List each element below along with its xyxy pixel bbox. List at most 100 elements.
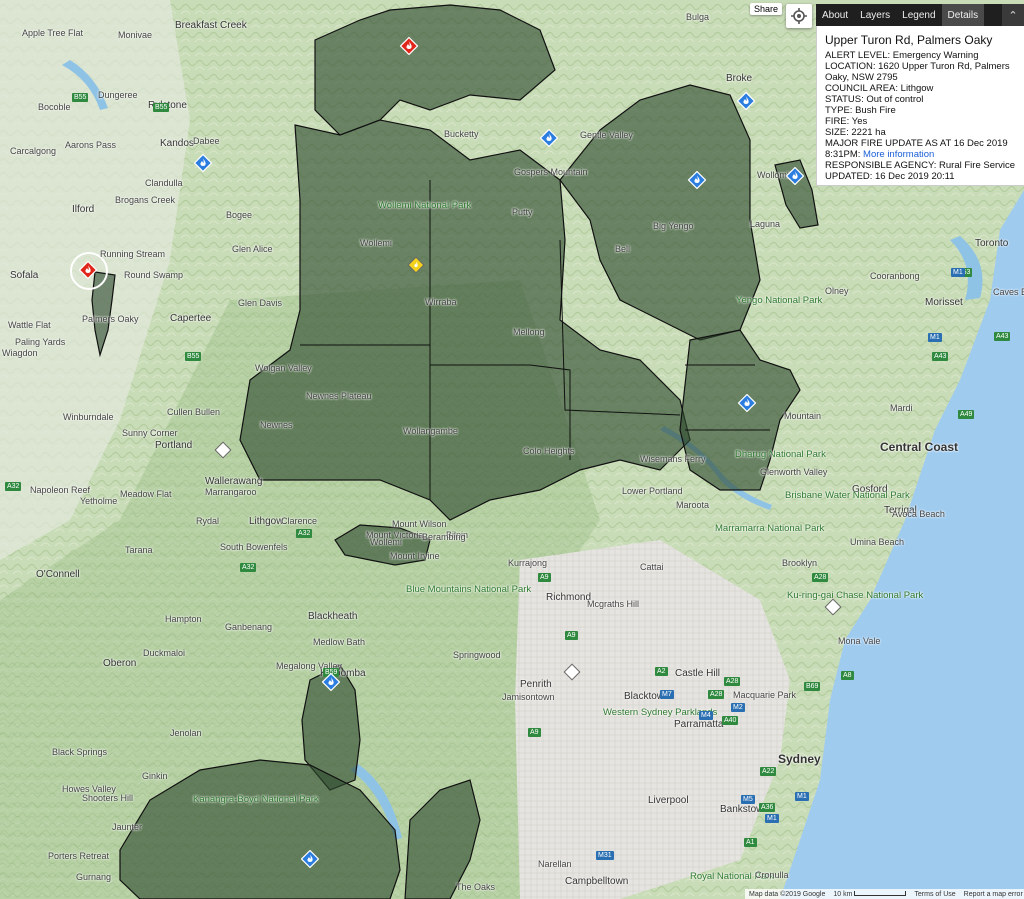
fire-marker-icon[interactable] — [300, 849, 320, 869]
place-label: Laguna — [750, 219, 781, 229]
status: STATUS: Out of control — [825, 94, 924, 105]
place-label: Wollangambe — [403, 426, 458, 436]
road-shield: A22 — [760, 767, 777, 776]
place-label: Mount Irvine — [390, 551, 440, 561]
incident-diamond-icon[interactable] — [407, 256, 425, 274]
place-label: Toronto — [975, 238, 1009, 249]
place-label: Wollemi — [360, 238, 392, 248]
scale-bar — [854, 891, 907, 897]
place-label: Apple Tree Flat — [22, 28, 84, 38]
map-data-attribution: Map data ©2019 Google — [749, 890, 826, 898]
council-area: COUNCIL AREA: Lithgow — [825, 83, 934, 94]
place-label: Mountain — [784, 411, 822, 421]
place-label: Morisset — [925, 297, 963, 308]
place-label: Kurrajong — [508, 558, 548, 568]
place-label: Bogee — [226, 210, 253, 220]
terms-link[interactable]: Terms of Use — [914, 891, 955, 898]
incident-diamond-icon[interactable] — [214, 441, 232, 459]
place-label: Carcalgong — [10, 146, 57, 156]
fire-marker-icon[interactable] — [78, 260, 98, 280]
incident-diamond-icon[interactable] — [563, 663, 581, 681]
place-label: Duckmaloi — [143, 648, 186, 658]
place-label: Glen Alice — [232, 244, 273, 254]
place-label: Bell — [615, 244, 631, 254]
tab-legend[interactable]: Legend — [896, 4, 941, 26]
details-panel: Upper Turon Rd, Palmers Oaky ALERT LEVEL… — [816, 26, 1024, 186]
road-shield: A32 — [240, 563, 257, 572]
fire-marker-icon[interactable] — [737, 393, 757, 413]
place-label: Brogans Creek — [115, 195, 176, 205]
place-label: Breakfast Creek — [175, 20, 247, 31]
road-shield: M1 — [795, 792, 809, 801]
place-label: Bucketty — [444, 129, 479, 139]
tab-layers[interactable]: Layers — [854, 4, 896, 26]
crosshair-icon — [791, 8, 807, 24]
place-label: Wollemi — [370, 537, 402, 547]
fire-marker-icon[interactable] — [785, 166, 805, 186]
road-shield: M2 — [731, 703, 745, 712]
road-shield: M1 — [928, 333, 942, 342]
place-label: Wisemans Ferry — [640, 454, 706, 464]
place-label: Black Springs — [52, 747, 108, 757]
place-label: Broke — [726, 73, 753, 84]
share-button[interactable]: Share — [750, 3, 783, 15]
place-label: Jenolan — [170, 728, 202, 738]
report-map-error-link[interactable]: Report a map error — [964, 891, 1023, 898]
place-label: The Oaks — [456, 882, 496, 892]
place-label: Mount Wilson — [392, 519, 447, 529]
incident-diamond-icon[interactable] — [824, 598, 842, 616]
fire-marker-icon[interactable] — [539, 128, 559, 148]
tab-details[interactable]: Details — [941, 4, 985, 26]
road-shield: B69 — [804, 682, 821, 691]
place-label: Cronulla — [755, 870, 789, 880]
alert-level: ALERT LEVEL: Emergency Warning — [825, 50, 979, 61]
place-label: Wallerawang — [205, 476, 263, 487]
major-update: MAJOR FIRE UPDATE AS AT 16 Dec 2019 8:31… — [825, 138, 1018, 160]
place-label: Springwood — [453, 650, 501, 660]
collapse-panel-button[interactable]: ⌃ — [1002, 4, 1024, 26]
place-label: Avoca Beach — [892, 509, 945, 519]
place-label: Clandulla — [145, 178, 183, 188]
fire-marker-icon[interactable] — [399, 36, 419, 56]
more-information-link[interactable]: More information — [863, 149, 934, 160]
road-shield: A28 — [724, 677, 741, 686]
place-label: Dungeree — [98, 90, 138, 100]
place-label: Paling Yards — [15, 337, 66, 347]
fire-marker-icon[interactable] — [193, 153, 213, 173]
place-label: Brisbane Water National Park — [785, 490, 910, 501]
locate-button[interactable] — [786, 4, 812, 28]
place-label: Castle Hill — [675, 668, 721, 679]
place-label: Jamisontown — [502, 692, 555, 702]
road-shield: M1 — [765, 814, 779, 823]
road-shield: A28 — [812, 573, 829, 582]
road-shield: M1 — [951, 268, 965, 277]
fire-type: TYPE: Bush Fire — [825, 105, 896, 116]
place-label: Aarons Pass — [65, 140, 117, 150]
place-label: Sunny Corner — [122, 428, 178, 438]
fire-marker-icon[interactable] — [736, 91, 756, 111]
place-label: Liverpool — [648, 795, 689, 806]
fire-size: SIZE: 2221 ha — [825, 127, 886, 138]
place-label: Napoleon Reef — [30, 485, 91, 495]
tab-about[interactable]: About — [816, 4, 854, 26]
place-label: Blue Mountains National Park — [406, 584, 532, 595]
place-label: Portland — [155, 440, 193, 451]
fire-marker-icon[interactable] — [321, 672, 341, 692]
place-label: Round Swamp — [124, 270, 184, 280]
place-label: Gospers Mountain — [514, 167, 588, 177]
road-shield: A49 — [958, 410, 975, 419]
place-label: Lower Portland — [622, 486, 683, 496]
place-label: Yetholme — [80, 496, 118, 506]
road-shield: A9 — [565, 631, 578, 640]
place-label: Capertee — [170, 313, 212, 324]
place-label: Cullen Bullen — [167, 407, 221, 417]
fire-marker-icon[interactable] — [687, 170, 707, 190]
place-label: Newnes — [260, 420, 293, 430]
scale-label: 10 km — [833, 891, 907, 898]
road-shield: A8 — [841, 671, 854, 680]
road-shield: M4 — [699, 711, 713, 720]
place-label: Glenworth Valley — [760, 467, 828, 477]
road-shield: A1 — [744, 838, 757, 847]
place-label: Cooranbong — [870, 271, 920, 281]
road-shield: M5 — [741, 795, 755, 804]
